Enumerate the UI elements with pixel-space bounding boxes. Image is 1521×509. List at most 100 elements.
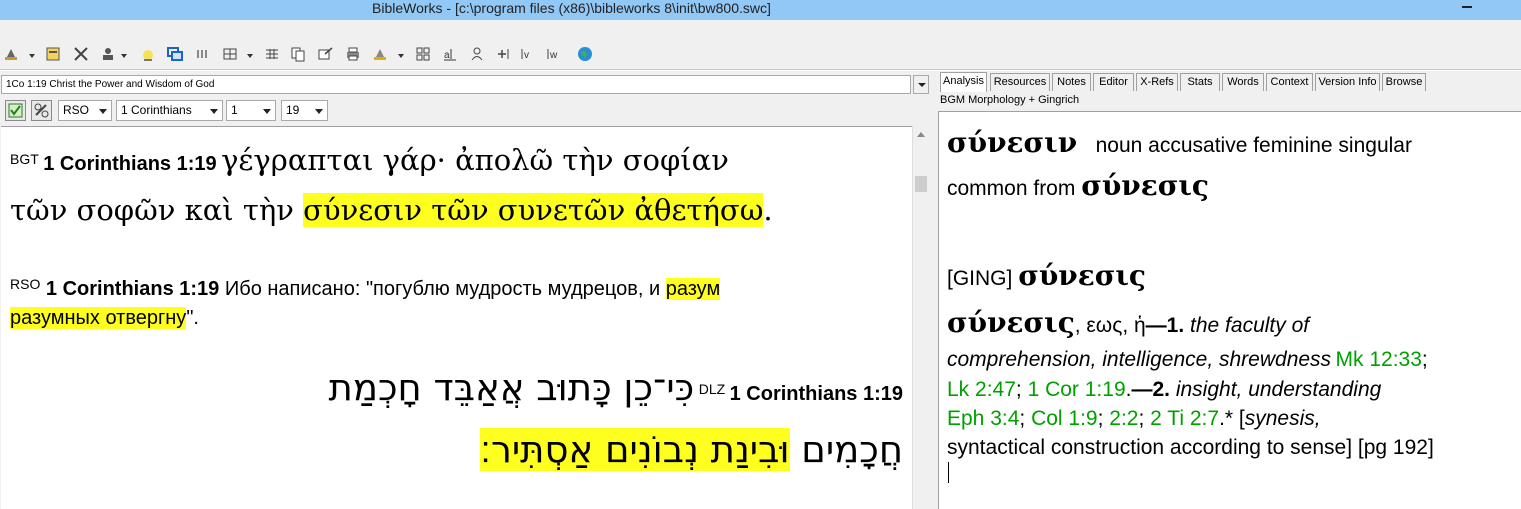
ref-link[interactable]: Eph 3:4 [947,407,1019,430]
greek-text: . [763,193,773,227]
scroll-up-icon[interactable] [917,132,925,137]
chevron-down-icon [99,109,107,114]
ref-link[interactable]: 1 Cor 1:19 [1028,378,1126,401]
entry-line-1: σύνεσις, εως, ἡ—1. the faculty of [947,306,1309,339]
resource-subtitle: BGM Morphology + Gingrich [940,94,1080,106]
minimize-icon[interactable] [1462,6,1472,8]
verse-rso: RSO 1 Corinthians 1:19 Ибо написано: "по… [10,270,900,333]
globe-icon[interactable] [577,46,593,62]
version-label: BGT [10,151,39,167]
entry-headword: σύνεσις [947,306,1075,339]
entry-line-5: syntactical construction according to se… [947,436,1434,460]
separator: ; [1421,348,1428,371]
lexicon-icon[interactable] [372,46,388,62]
version-select[interactable]: RSO [58,100,112,121]
svg-text:v: v [524,50,529,61]
chevron-down-icon [315,109,323,114]
verse-display[interactable]: BGT 1 Corinthians 1:19 γέγραπται γάρ· ἀπ… [1,126,912,509]
search-check-icon[interactable] [5,100,26,121]
verse-dlz: כִּי־כֵן כָּתוּב אֲאַבֵּד חָכְמַת DLZ 1 … [10,361,903,485]
parse-line-1: σύνεσιν noun accusative feminine singula… [947,126,1412,159]
svg-text:a: a [444,50,450,61]
parse-line-2: common from σύνεσις [947,169,1209,202]
tools-icon[interactable] [73,46,89,62]
common-from-text: common from [947,177,1082,200]
ref-link[interactable]: Lk 2:47 [947,378,1016,401]
greek-text: τῶν σοφῶν καὶ τὴν [10,193,304,227]
tally-icon[interactable] [195,46,211,62]
svg-text:w: w [549,50,558,61]
chevron-down-icon[interactable] [398,54,404,58]
note-text: syntactical construction according to se… [947,436,1434,459]
verse-dlz-line1: כִּי־כֵן כָּתוּב אֲאַבֵּד חָכְמַת DLZ 1 … [10,361,903,423]
tab-version-info[interactable]: Version Info [1315,73,1380,91]
ref-link[interactable]: 2:2 [1109,407,1138,430]
user-icon[interactable] [100,46,116,62]
lamp-icon[interactable] [140,46,156,62]
verse-bgt: BGT 1 Corinthians 1:19 γέγραπται γάρ· ἀπ… [10,137,900,238]
chapter-select[interactable]: 1 [226,100,276,121]
export-icon[interactable] [317,46,333,62]
copy-icon[interactable] [290,46,306,62]
parallel-icon[interactable] [264,46,280,62]
book-select-value: 1 Corinthians [121,103,192,117]
ev-icon[interactable]: v [520,46,536,62]
layout-icon[interactable] [222,46,238,62]
entry-line-4: Eph 3:4; Col 1:9; 2:2; 2 Ti 2:7.* [synes… [947,407,1321,431]
search-icon[interactable] [3,46,19,62]
tab-notes[interactable]: Notes [1052,73,1091,91]
separator: ; [1097,407,1110,430]
tab-editor[interactable]: Editor [1093,73,1134,91]
definition-text: the faculty of [1184,314,1310,337]
chevron-down-icon[interactable] [121,54,127,58]
chevron-down-icon [263,109,271,114]
link-icon[interactable] [31,100,52,121]
tab-resources[interactable]: Resources [990,73,1050,91]
person-icon[interactable] [469,46,485,62]
window-title: BibleWorks - [c:\program files (x86)\bib… [372,0,771,16]
toolbar: a v w [0,20,1521,70]
verse-reference: 1 Corinthians 1:19 [45,278,220,300]
scroll-thumb[interactable] [915,176,927,192]
print-icon[interactable] [345,46,361,62]
database-icon[interactable] [45,46,61,62]
vertical-scrollbar[interactable] [912,126,929,509]
parse-text: noun accusative feminine singular [1095,134,1412,157]
ew-icon[interactable]: w [546,46,562,62]
verse-context-field[interactable]: 1Co 1:19 Christ the Power and Wisdom of … [1,75,911,94]
tab-context[interactable]: Context [1266,73,1313,91]
verse-select-value: 19 [286,103,300,117]
tab-stats[interactable]: Stats [1180,73,1220,91]
windows-icon[interactable] [167,46,183,62]
entry-line-3: Lk 2:47; 1 Cor 1:19.—2. insight, underst… [947,378,1381,402]
verse-dlz-line2: חֲכָמִים וּבִינַת נְבוֹנִים אַסְתִּיר׃ [10,423,903,485]
tab-browse[interactable]: Browse [1382,73,1426,91]
ref-link[interactable]: Col 1:9 [1031,407,1098,430]
sense-number: —2. [1131,378,1170,401]
verse-context-dropdown[interactable] [913,75,929,94]
plus-icon[interactable] [494,46,510,62]
tab-words[interactable]: Words [1222,73,1264,91]
analysis-content[interactable]: σύνεσιν noun accusative feminine singula… [938,111,1521,509]
version-label: DLZ [698,381,726,397]
book-select[interactable]: 1 Corinthians [116,100,223,121]
highlighted-text: разум [665,278,721,300]
tab-xrefs[interactable]: X-Refs [1136,73,1178,91]
verse-select[interactable]: 19 [281,100,328,121]
highlighted-text: וּבִינַת נְבוֹנִים אַסְתִּיר׃ [480,428,790,471]
browse-window: 1Co 1:19 Christ the Power and Wisdom of … [0,71,932,509]
grid-icon[interactable] [415,46,431,62]
verse-reference: 1 Corinthians 1:19 [729,383,903,405]
ging-header: [GING] σύνεσις [947,259,1146,292]
separator: ; [1138,407,1151,430]
notes-icon[interactable]: a [442,46,458,62]
ref-link[interactable]: 2 Ti 2:7 [1150,407,1219,430]
chevron-down-icon [210,109,218,114]
version-select-value: RSO [63,103,90,117]
ref-link[interactable]: Mk 12:33 [1336,348,1422,371]
chevron-down-icon[interactable] [29,54,35,58]
chapter-select-value: 1 [231,103,238,117]
chevron-down-icon[interactable] [247,54,253,58]
tab-analysis[interactable]: Analysis [940,72,987,92]
separator: ; [1019,407,1032,430]
